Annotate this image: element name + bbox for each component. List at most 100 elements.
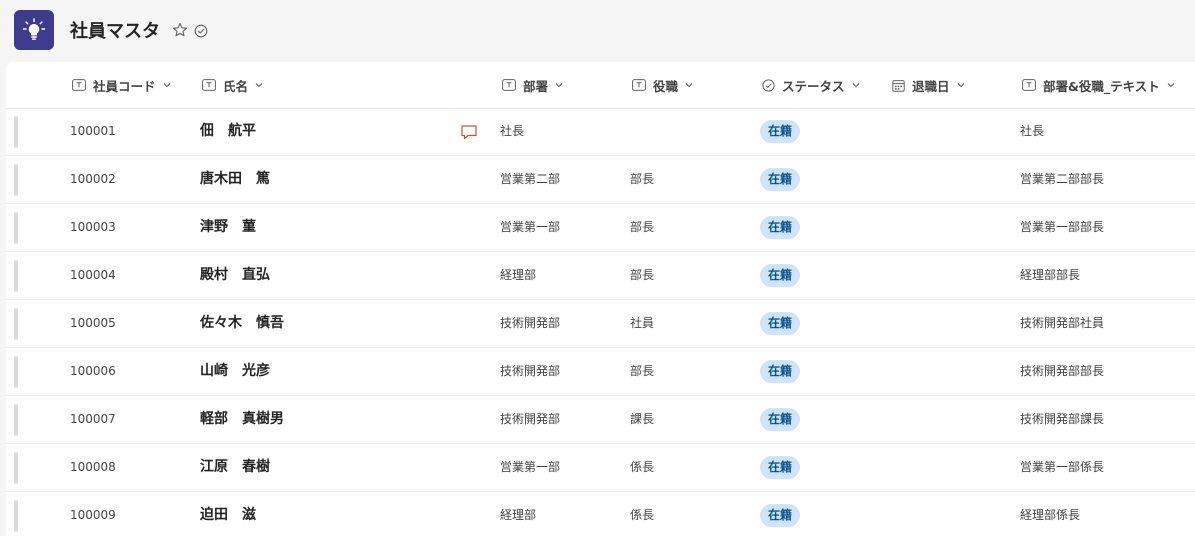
table-row[interactable]: 100009 迫田 滋 経理部 係長 在籍 経理部係長 (6, 492, 1195, 536)
column-header-label: 社員コード (93, 78, 156, 94)
column-header-status[interactable]: ステータス (762, 76, 860, 94)
text-field-icon (632, 79, 646, 91)
text-field-icon (1022, 79, 1036, 91)
text-field-icon (72, 79, 86, 91)
table-row[interactable]: 100002 唐木田 篤 営業第二部 部長 在籍 営業第二部部長 (6, 156, 1195, 204)
cell-dept: 営業第一部 (500, 460, 561, 474)
row-select-handle[interactable] (14, 452, 18, 484)
status-badge: 在籍 (760, 312, 801, 335)
text-field-icon (202, 79, 216, 91)
cell-dept: 技術開発部 (500, 412, 561, 426)
column-header-retire-date[interactable]: 退職日 (892, 76, 965, 94)
chevron-down-icon (163, 83, 170, 88)
text-field-icon (502, 79, 516, 91)
cell-title: 部長 (630, 220, 655, 234)
table-row[interactable]: 100003 津野 菫 営業第一部 部長 在籍 営業第一部部長 (6, 204, 1195, 252)
cell-dept: 社長 (500, 124, 525, 138)
column-header-label: 退職日 (912, 78, 950, 94)
cell-name[interactable]: 佐々木 慎吾 (200, 300, 284, 347)
cell-code: 100009 (70, 508, 116, 522)
cell-code: 100006 (70, 364, 116, 378)
column-header-dept[interactable]: 部署 (502, 76, 563, 94)
column-header-label: 部署 (523, 78, 549, 94)
column-header-row: 社員コード 氏名 部署 役職 ステータス 退職日 部署&役職_テキスト (6, 62, 1195, 109)
column-header-dept-title-text[interactable]: 部署&役職_テキスト (1022, 76, 1175, 94)
row-select-handle[interactable] (14, 500, 18, 532)
calendar-icon (892, 79, 905, 92)
check-circle-icon[interactable] (194, 24, 208, 38)
chevron-down-icon (1167, 83, 1175, 88)
status-badge: 在籍 (760, 120, 801, 143)
column-header-name[interactable]: 氏名 (202, 76, 263, 94)
list-header: 社員マスタ (0, 0, 1195, 62)
table-row[interactable]: 100004 殿村 直弘 経理部 部長 在籍 経理部部長 (6, 252, 1195, 300)
table-row[interactable]: 100006 山崎 光彦 技術開発部 部長 在籍 技術開発部部長 (6, 348, 1195, 396)
cell-name[interactable]: 津野 菫 (200, 204, 256, 251)
app-icon[interactable] (14, 10, 54, 50)
cell-dept: 営業第二部 (500, 172, 561, 186)
row-select-handle[interactable] (14, 212, 18, 244)
table-row[interactable]: 100007 軽部 真樹男 技術開発部 課長 在籍 技術開発部課長 (6, 396, 1195, 444)
cell-dept-title-text: 社長 (1020, 124, 1045, 138)
status-badge: 在籍 (760, 216, 801, 239)
status-badge: 在籍 (760, 264, 801, 287)
choice-icon (762, 78, 775, 92)
row-select-handle[interactable] (14, 404, 18, 436)
cell-title: 社員 (630, 316, 655, 330)
row-select-handle[interactable] (14, 116, 18, 148)
table-row[interactable]: 100001 佃 航平 社長 在籍 社長 (6, 108, 1195, 156)
list-grid: 社員コード 氏名 部署 役職 ステータス 退職日 部署&役職_テキスト 1000… (6, 62, 1195, 536)
column-header-label: 部署&役職_テキスト (1043, 78, 1160, 94)
cell-dept: 技術開発部 (500, 316, 561, 330)
column-header-code[interactable]: 社員コード (72, 76, 171, 94)
cell-code: 100001 (70, 124, 116, 138)
row-select-handle[interactable] (14, 308, 18, 340)
cell-name[interactable]: 迫田 滋 (200, 492, 256, 536)
cell-name[interactable]: 江原 春樹 (200, 444, 270, 491)
cell-name[interactable]: 唐木田 篤 (200, 156, 270, 203)
cell-name[interactable]: 山崎 光彦 (200, 348, 270, 395)
status-badge: 在籍 (760, 408, 801, 431)
cell-title: 係長 (630, 460, 655, 474)
cell-code: 100002 (70, 172, 116, 186)
row-select-handle[interactable] (14, 164, 18, 196)
comment-icon[interactable] (460, 123, 478, 141)
status-badge: 在籍 (760, 504, 801, 527)
cell-name[interactable]: 佃 航平 (200, 108, 256, 155)
column-header-label: ステータス (782, 78, 845, 94)
row-select-handle[interactable] (14, 356, 18, 388)
row-select-handle[interactable] (14, 260, 18, 292)
cell-dept-title-text: 営業第一部部長 (1020, 220, 1105, 234)
cell-dept: 営業第一部 (500, 220, 561, 234)
cell-title: 部長 (630, 172, 655, 186)
status-badge: 在籍 (760, 168, 801, 191)
lightbulb-icon (22, 18, 46, 40)
cell-code: 100007 (70, 412, 116, 426)
star-outline-icon[interactable] (172, 22, 188, 38)
cell-code: 100005 (70, 316, 116, 330)
cell-dept-title-text: 経理部部長 (1020, 268, 1081, 282)
column-header-label: 役職 (653, 78, 679, 94)
chevron-down-icon (852, 83, 859, 88)
cell-code: 100004 (70, 268, 116, 282)
cell-title: 部長 (630, 268, 655, 282)
cell-title: 課長 (630, 412, 655, 426)
table-row[interactable]: 100005 佐々木 慎吾 技術開発部 社員 在籍 技術開発部社員 (6, 300, 1195, 348)
column-header-label: 氏名 (223, 78, 249, 94)
cell-title: 係長 (630, 508, 655, 522)
page-title: 社員マスタ (70, 21, 160, 42)
cell-name[interactable]: 軽部 真樹男 (200, 396, 284, 443)
cell-dept: 技術開発部 (500, 364, 561, 378)
column-header-title[interactable]: 役職 (632, 76, 693, 94)
cell-dept-title-text: 営業第一部係長 (1020, 460, 1105, 474)
status-badge: 在籍 (760, 456, 801, 479)
cell-dept-title-text: 経理部係長 (1020, 508, 1081, 522)
chevron-down-icon (255, 83, 263, 88)
cell-name[interactable]: 殿村 直弘 (200, 252, 270, 299)
table-row[interactable]: 100008 江原 春樹 営業第一部 係長 在籍 営業第一部係長 (6, 444, 1195, 492)
cell-code: 100003 (70, 220, 116, 234)
chevron-down-icon (555, 83, 563, 88)
cell-code: 100008 (70, 460, 116, 474)
cell-dept: 経理部 (500, 508, 537, 522)
cell-dept: 経理部 (500, 268, 537, 282)
